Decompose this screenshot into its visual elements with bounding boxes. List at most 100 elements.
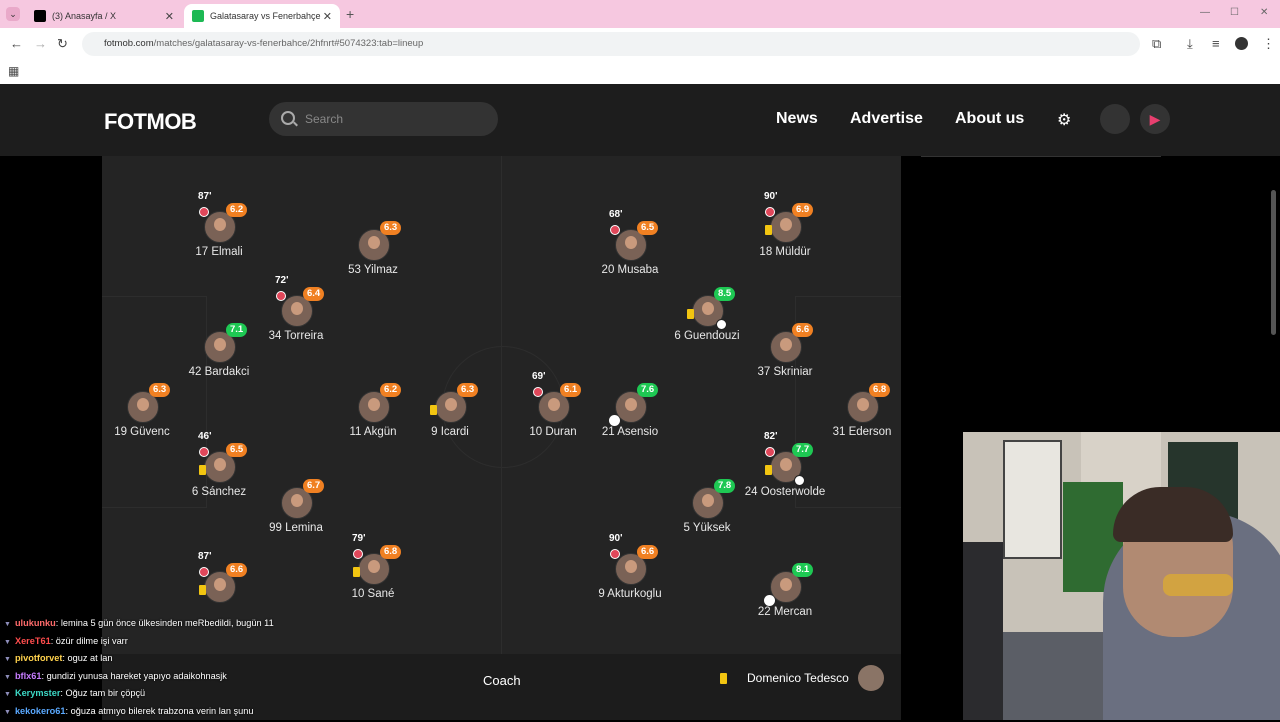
substitution-icon	[353, 549, 363, 559]
player-name: 19 Güvenc	[114, 426, 170, 438]
player-name: 5 Yüksek	[683, 522, 731, 534]
url-path: /matches/galatasaray-vs-fenerbahce/2hfnr…	[153, 38, 424, 49]
player-name: 53 Yilmaz	[348, 264, 398, 276]
player-rating-badge: 6.6	[637, 545, 659, 559]
chat-text: : özür dilme işi varr	[50, 635, 128, 646]
chat-badge-icon: ▼	[4, 656, 11, 664]
player-rating-badge: 6.3	[149, 383, 171, 397]
player-name: 31 Ederson	[832, 426, 892, 438]
address-bar[interactable]: fotmob.com/matches/galatasaray-vs-fenerb…	[82, 32, 1140, 56]
player-name: 10 Sané	[351, 588, 395, 600]
chat-badge-icon: ▼	[4, 673, 11, 681]
substitution-icon	[199, 567, 209, 577]
close-tab-icon[interactable]: ✕	[323, 10, 332, 23]
chat-message: ▼ bflx61: gundizi yunusa hareket yapıyo a…	[4, 668, 274, 686]
yellow-card-icon	[765, 465, 772, 475]
forward-icon[interactable]: →	[34, 36, 47, 51]
coach-avatar[interactable]	[858, 665, 884, 691]
chat-message: ▼ ulukunku: lemina 5 gün önce ülkesinden …	[4, 615, 274, 633]
close-tab-icon[interactable]: ✕	[165, 10, 174, 23]
browser-tab-strip: ⌄ (3) Anasayfa / X ✕ Galatasaray vs Fene…	[0, 0, 1280, 28]
tab-search-dropdown-icon[interactable]: ⌄	[6, 7, 20, 21]
chat-badge-icon: ▼	[4, 691, 11, 699]
substitution-icon	[199, 207, 209, 217]
chat-badge-icon: ▼	[4, 708, 11, 716]
yellow-card-icon	[765, 225, 772, 235]
player-rating-badge: 6.6	[226, 563, 248, 577]
yellow-card-icon	[353, 567, 360, 577]
tab-title: Galatasaray vs Fenerbahçe - live	[210, 11, 322, 21]
assist-boot-icon	[764, 595, 775, 606]
player-rating-badge: 8.5	[714, 287, 736, 301]
fotmob-logo[interactable]: FOTMOB	[104, 109, 197, 135]
media-icon[interactable]: ≡	[1212, 36, 1220, 51]
google-play-icon[interactable]: ▶	[1140, 104, 1170, 134]
chat-username: Kerymster	[14, 688, 61, 699]
chat-text: : gundizi yunusa hareket yapıyo adaikohn…	[41, 670, 227, 681]
player-rating-badge: 6.7	[303, 479, 325, 493]
chat-username: bflx61	[14, 670, 42, 681]
player-rating-badge: 6.9	[792, 203, 814, 217]
url-host: fotmob.com	[104, 38, 154, 49]
assist-boot-icon	[609, 415, 620, 426]
player-rating-badge: 6.3	[457, 383, 479, 397]
new-tab-button[interactable]: +	[346, 6, 354, 22]
player-rating-badge: 6.3	[380, 221, 402, 235]
menu-icon[interactable]: ⋮	[1262, 36, 1275, 52]
player-rating-badge: 8.1	[792, 563, 814, 577]
close-window-icon[interactable]: ✕	[1260, 7, 1268, 18]
substitution-minute: 87'	[198, 551, 212, 562]
player-rating-badge: 6.2	[380, 383, 402, 397]
chat-message: ▼ pivotforvet: oguz at lan	[4, 650, 274, 668]
browser-tab-x[interactable]: (3) Anasayfa / X ✕	[26, 4, 182, 28]
webcam-overlay	[963, 432, 1280, 720]
player-name: 6 Guendouzi	[674, 330, 740, 342]
chat-username: XereT61	[14, 635, 51, 646]
substitution-minute: 68'	[609, 209, 623, 220]
player-rating-badge: 7.7	[792, 443, 814, 457]
gear-icon[interactable]: ⚙	[1057, 110, 1071, 130]
nav-about-us[interactable]: About us	[955, 110, 1024, 128]
player-name: 17 Elmali	[195, 246, 243, 258]
substitution-icon	[610, 225, 620, 235]
sidebar-divider	[921, 148, 1161, 157]
tab-title: (3) Anasayfa / X	[52, 11, 117, 21]
scrollbar[interactable]	[1271, 190, 1276, 335]
browser-toolbar: ← → ↻ fotmob.com/matches/galatasaray-vs-…	[0, 28, 1280, 60]
player-name: 21 Asensio	[601, 426, 659, 438]
extensions-icon[interactable]: ⧉	[1152, 36, 1161, 52]
yellow-card-icon	[199, 585, 206, 595]
search-icon	[281, 111, 295, 125]
apple-icon[interactable]	[1100, 104, 1130, 134]
maximize-icon[interactable]: ☐	[1230, 7, 1239, 18]
search-input[interactable]: Search	[269, 102, 498, 136]
apps-grid-icon[interactable]: ▦	[8, 64, 19, 78]
yellow-card-icon	[430, 405, 437, 415]
substitution-minute: 90'	[764, 191, 778, 202]
coach-name[interactable]: Domenico Tedesco	[747, 671, 849, 685]
player-rating-badge: 6.1	[560, 383, 582, 397]
chat-username: kekokero61	[14, 705, 66, 716]
player-rating-badge: 6.8	[869, 383, 891, 397]
substitution-minute: 87'	[198, 191, 212, 202]
yellow-card-icon	[199, 465, 206, 475]
player-name: 24 Oosterwolde	[744, 486, 826, 498]
player-name: 18 Müldür	[759, 246, 811, 258]
player-rating-badge: 7.8	[714, 479, 736, 493]
player-name: 9 Akturkoglu	[598, 588, 662, 600]
reload-icon[interactable]: ↻	[57, 36, 68, 52]
nav-advertise[interactable]: Advertise	[850, 110, 923, 128]
profile-avatar[interactable]	[1235, 37, 1248, 50]
chat-text: : Oğuz tam bir çöpçü	[60, 688, 146, 699]
chat-text: : oğuza atmıyo bilerek trabzona verin la…	[65, 705, 254, 716]
player-rating-badge: 6.4	[303, 287, 325, 301]
minimize-icon[interactable]: —	[1200, 7, 1210, 18]
substitution-icon	[276, 291, 286, 301]
substitution-minute: 79'	[352, 533, 366, 544]
download-icon[interactable]: ⤓	[1187, 36, 1193, 52]
back-icon[interactable]: ←	[10, 36, 23, 51]
search-placeholder: Search	[305, 112, 344, 126]
browser-tab-fotmob[interactable]: Galatasaray vs Fenerbahçe - live ✕	[184, 4, 340, 28]
nav-news[interactable]: News	[776, 110, 818, 128]
substitution-icon	[765, 447, 775, 457]
